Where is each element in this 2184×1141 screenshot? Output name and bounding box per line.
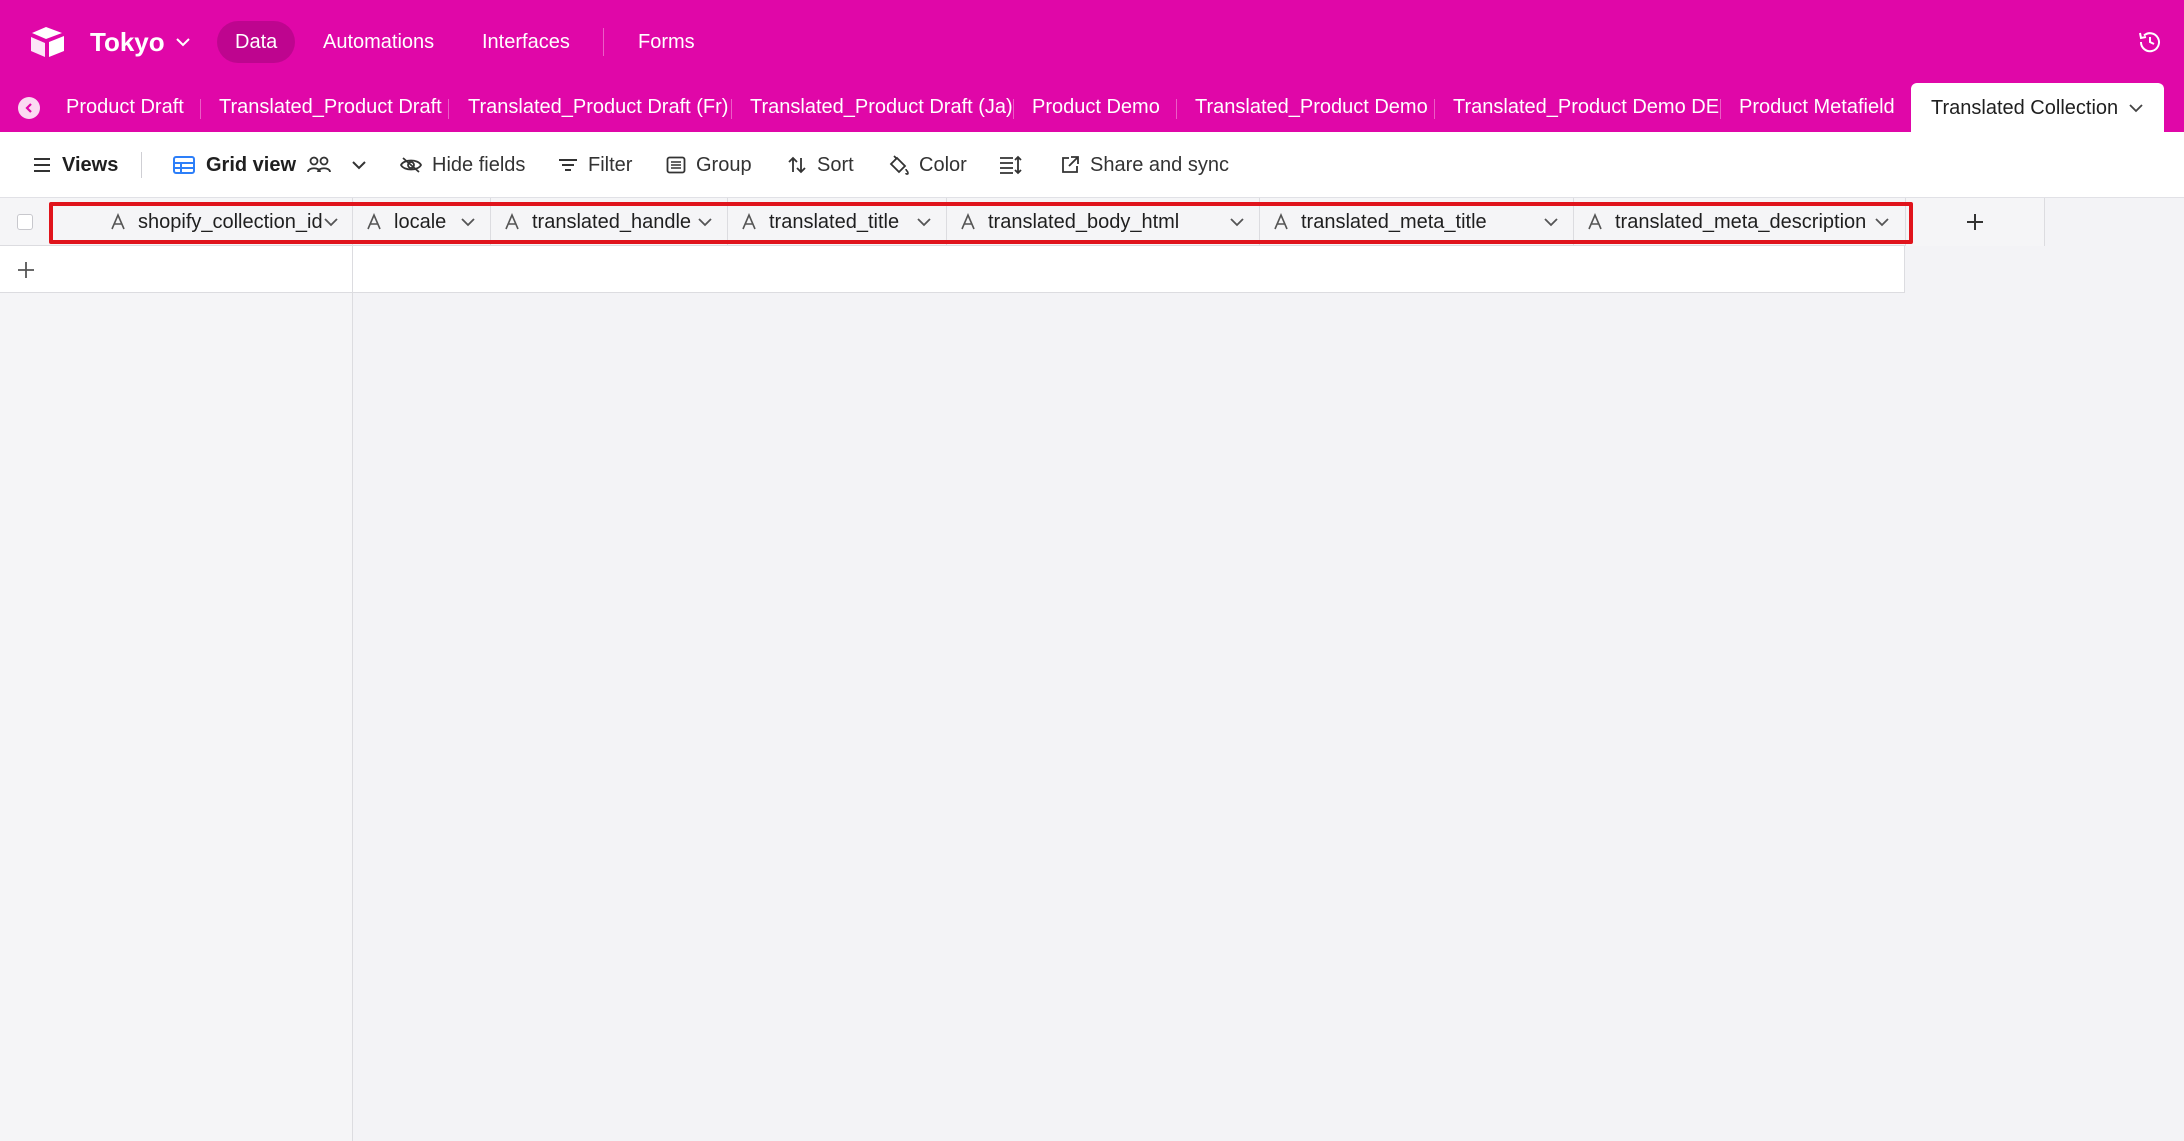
filter-label: Filter [588, 153, 633, 176]
airtable-logo-icon[interactable] [28, 24, 68, 60]
share-icon [1062, 156, 1079, 173]
tab-translated-product-demo-de[interactable]: Translated_Product Demo DE [1453, 83, 1719, 132]
tab-translated-product-draft-fr[interactable]: Translated_Product Draft (Fr) [468, 83, 728, 132]
plus-icon [1967, 214, 1983, 230]
select-all-checkbox[interactable] [17, 214, 33, 230]
chevron-down-icon[interactable] [2128, 102, 2144, 114]
column-header-translated-meta-description[interactable]: translated_meta_description [1574, 198, 1906, 246]
tab-product-metafield[interactable]: Product Metafield [1739, 83, 1895, 132]
view-toolbar: Views Grid view Hide fields Filter Group… [0, 132, 2184, 198]
nav-divider [603, 28, 604, 56]
text-field-icon [1274, 213, 1288, 230]
text-field-icon [111, 213, 125, 230]
column-name: shopify_collection_id [138, 211, 323, 233]
text-field-icon [961, 213, 975, 230]
column-header-shopify-collection-id[interactable]: shopify_collection_id [52, 198, 353, 246]
view-name: Grid view [206, 153, 297, 176]
tab-separator [1176, 99, 1177, 119]
grid-header-row: shopify_collection_id locale translated_… [0, 198, 2045, 246]
paint-bucket-icon [889, 155, 909, 175]
column-header-locale[interactable]: locale [353, 198, 491, 246]
filter-button[interactable]: Filter [558, 148, 632, 182]
sort-icon [788, 156, 806, 174]
chevron-down-icon[interactable] [1543, 215, 1559, 229]
chevron-down-icon[interactable] [1229, 215, 1245, 229]
chevron-down-icon[interactable] [916, 215, 932, 229]
tab-translated-product-draft[interactable]: Translated_Product Draft [219, 83, 442, 132]
column-header-translated-title[interactable]: translated_title [728, 198, 947, 246]
tab-translated-product-draft-ja[interactable]: Translated_Product Draft (Ja) [750, 83, 1013, 132]
nav-interfaces[interactable]: Interfaces [464, 21, 588, 63]
tab-separator [200, 99, 201, 119]
nav-data[interactable]: Data [217, 21, 296, 63]
chevron-down-icon[interactable] [460, 215, 476, 229]
tab-scroll-left-button[interactable] [18, 97, 40, 119]
chevron-down-icon[interactable] [323, 215, 339, 229]
plus-icon[interactable] [14, 258, 38, 282]
column-name: locale [394, 211, 447, 233]
top-bar: Tokyo Data Automations Interfaces Forms [0, 0, 2184, 83]
text-field-icon [1588, 213, 1602, 230]
filter-icon [559, 159, 577, 171]
tab-translated-product-demo[interactable]: Translated_Product Demo [1195, 83, 1428, 132]
tab-separator [1434, 99, 1435, 119]
tab-separator [731, 99, 732, 119]
row-height-icon [1000, 155, 1022, 175]
column-name: translated_meta_title [1301, 211, 1487, 233]
chevron-down-icon[interactable] [350, 159, 368, 171]
views-label: Views [62, 153, 119, 176]
column-header-translated-meta-title[interactable]: translated_meta_title [1260, 198, 1574, 246]
column-name: translated_body_html [988, 211, 1180, 233]
grid-view-switcher[interactable]: Grid view [172, 148, 368, 182]
table-tab-bar: Product Draft Translated_Product Draft T… [0, 83, 2184, 133]
hamburger-menu-icon [34, 158, 50, 172]
tab-separator [1720, 99, 1721, 119]
group-label: Group [696, 153, 752, 176]
text-field-icon [505, 213, 519, 230]
nav-forms[interactable]: Forms [620, 21, 713, 63]
tab-product-draft[interactable]: Product Draft [66, 83, 184, 132]
hide-fields-label: Hide fields [432, 153, 526, 176]
chevron-down-icon[interactable] [697, 215, 713, 229]
tab-separator [448, 99, 449, 119]
column-header-translated-body-html[interactable]: translated_body_html [947, 198, 1260, 246]
group-button[interactable]: Group [666, 148, 752, 182]
row-height-button[interactable] [999, 148, 1023, 182]
color-button[interactable]: Color [887, 148, 967, 182]
column-name: translated_meta_description [1615, 211, 1867, 233]
text-field-icon [367, 213, 381, 230]
group-icon [666, 156, 686, 174]
column-name: translated_handle [532, 211, 692, 233]
hide-fields-button[interactable]: Hide fields [400, 148, 525, 182]
active-tab-label: Translated Collection [1931, 96, 2119, 119]
column-name: translated_title [769, 211, 900, 233]
tab-translated-collection[interactable]: Translated Collection [1911, 83, 2165, 133]
chevron-down-icon[interactable] [1874, 215, 1890, 229]
add-record-row[interactable] [0, 246, 1905, 293]
views-button[interactable]: Views [32, 148, 118, 182]
color-label: Color [919, 153, 967, 176]
text-field-icon [742, 213, 756, 230]
sort-button[interactable]: Sort [787, 148, 854, 182]
chevron-down-icon [175, 38, 190, 47]
add-record-cell [0, 246, 353, 292]
collaborators-icon [307, 156, 331, 173]
base-name: Tokyo [90, 26, 165, 57]
toolbar-divider [141, 152, 142, 178]
chevron-left-icon [25, 103, 32, 113]
grid-frozen-pane [0, 198, 353, 1141]
share-and-sync-label: Share and sync [1090, 153, 1229, 176]
sort-label: Sort [817, 153, 854, 176]
grid-view-icon [173, 156, 195, 174]
tab-product-demo[interactable]: Product Demo [1032, 83, 1160, 132]
eye-off-icon [400, 157, 422, 173]
add-field-button[interactable] [1906, 198, 2045, 246]
nav-automations[interactable]: Automations [305, 21, 452, 63]
share-and-sync-button[interactable]: Share and sync [1060, 148, 1229, 182]
tab-separator [1013, 99, 1014, 119]
base-name-menu[interactable]: Tokyo [90, 22, 191, 62]
column-header-translated-handle[interactable]: translated_handle [491, 198, 728, 246]
history-icon[interactable] [2136, 28, 2164, 56]
